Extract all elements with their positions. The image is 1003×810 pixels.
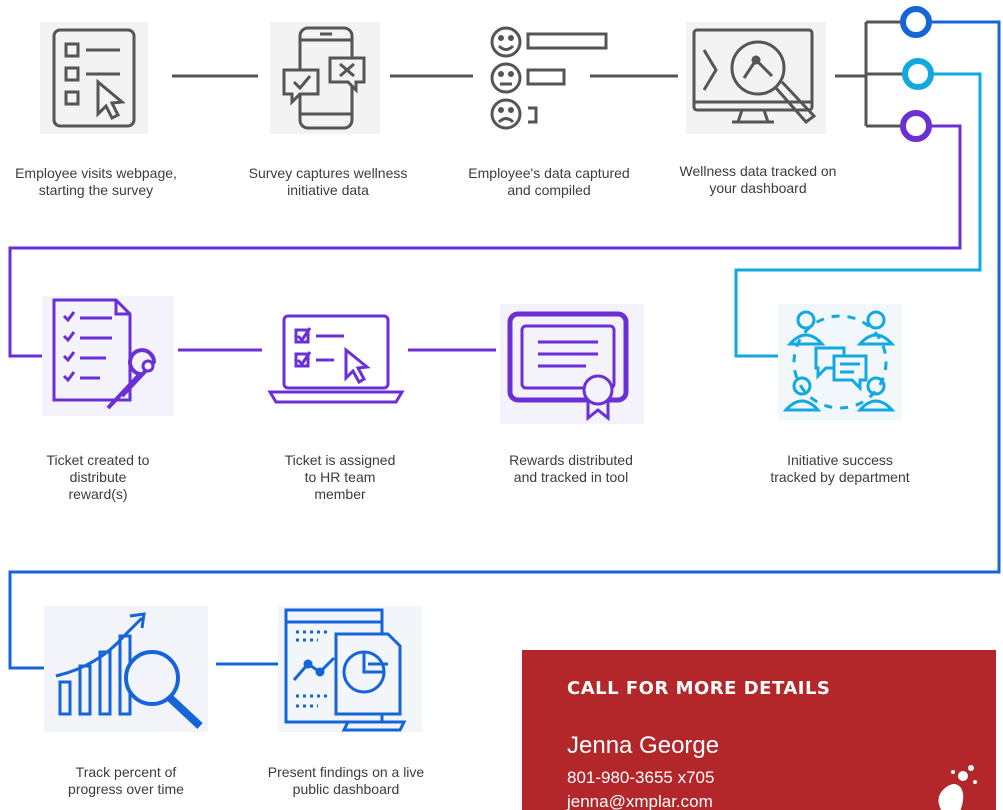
contact-email[interactable]: jenna@xmplar.com <box>567 792 713 810</box>
step-2-label: Survey captures wellness initiative data <box>248 165 408 198</box>
public-dashboard-icon <box>278 606 422 732</box>
step-9-label: Track percent of progress over time <box>68 764 184 797</box>
ticket-tools-icon <box>42 296 174 416</box>
contact-name: Jenna George <box>567 732 720 759</box>
contact-phone[interactable]: 801-980-3655 x705 <box>567 768 714 788</box>
step-6-label: Ticket is assigned to HR team member <box>284 452 396 502</box>
step-5-label: Ticket created to distribute reward(s) <box>46 452 150 502</box>
certificate-award-icon <box>500 304 644 424</box>
step-3-label: Employee's data captured and compiled <box>468 165 630 198</box>
contact-card: CALL FOR MORE DETAILS Jenna George 801-9… <box>522 650 996 810</box>
team-chat-icon <box>778 304 902 420</box>
node-purple <box>900 110 932 142</box>
splash-mark-icon <box>938 765 977 810</box>
node-blue <box>900 6 932 38</box>
step-7-label: Rewards distributed and tracked in tool <box>509 452 633 485</box>
step-8-label: Initiative success tracked by department <box>770 452 910 485</box>
emotion-ratings-icon <box>486 22 610 134</box>
growth-chart-icon <box>44 606 208 732</box>
step-4-label: Wellness data tracked on your dashboard <box>679 163 837 196</box>
branch-fork <box>864 20 904 128</box>
laptop-assign-icon <box>264 312 408 408</box>
node-cyan <box>902 58 934 90</box>
phone-survey-icon <box>270 22 380 134</box>
contact-heading: CALL FOR MORE DETAILS <box>567 678 831 699</box>
survey-checklist-icon <box>40 22 148 134</box>
step-10-label: Present findings on a live public dashbo… <box>267 764 425 797</box>
step-1-label: Employee visits webpage, starting the su… <box>15 165 177 198</box>
dashboard-analytics-icon <box>686 22 826 134</box>
